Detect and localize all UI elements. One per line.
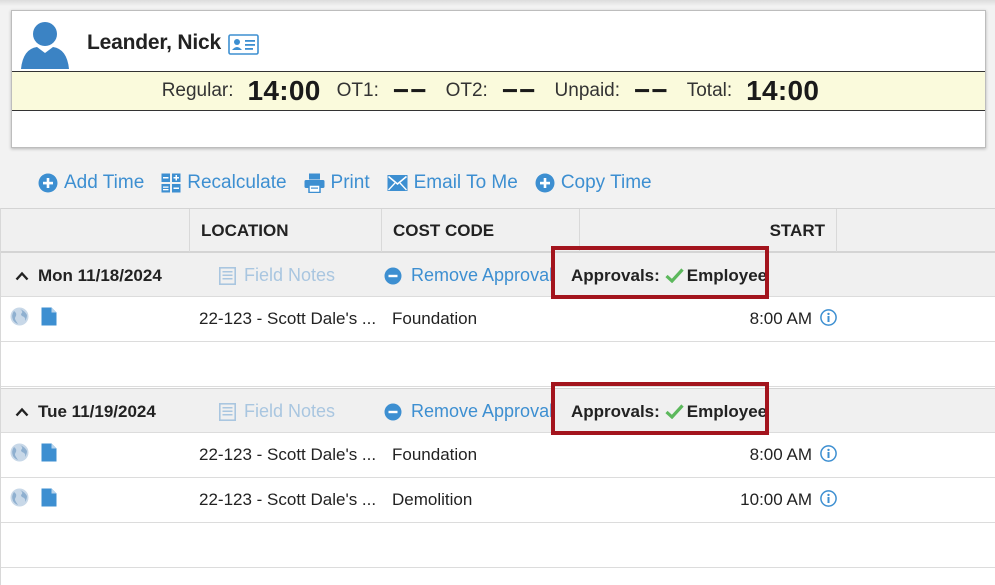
- plus-circle-icon: [535, 173, 555, 193]
- minus-circle-icon: [384, 267, 402, 284]
- document-icon[interactable]: [41, 488, 57, 507]
- entry-location: 22-123 - Scott Dale's ...: [199, 309, 377, 328]
- column-location[interactable]: LOCATION: [189, 209, 381, 252]
- add-time-button[interactable]: Add Time: [38, 172, 144, 194]
- entry-cost-code: Foundation: [392, 309, 478, 328]
- entry-icons: [10, 307, 57, 326]
- total-value: 14:00: [746, 75, 820, 106]
- copy-time-button[interactable]: Copy Time: [535, 172, 652, 194]
- unpaid-value: −−: [634, 75, 669, 106]
- info-icon[interactable]: [820, 309, 837, 326]
- day-group-row: Tue 11/19/2024 Field Notes Remove Approv…: [1, 388, 995, 433]
- field-notes-link: Field Notes: [219, 401, 335, 422]
- column-cost-code[interactable]: COST CODE: [381, 209, 579, 252]
- day-date: Mon 11/18/2024: [38, 266, 162, 285]
- employee-card: Leander, Nick Regular: 14:00 OT1: −− OT2…: [11, 10, 986, 148]
- field-notes-link: Field Notes: [219, 265, 335, 286]
- notes-icon: [219, 266, 236, 285]
- field-notes-label: Field Notes: [244, 265, 336, 285]
- totals-bar: Regular: 14:00 OT1: −− OT2: −− Unpaid: −…: [12, 71, 985, 111]
- regular-value: 14:00: [247, 75, 321, 106]
- globe-icon[interactable]: [10, 443, 29, 462]
- remove-approval-label: Remove Approval: [411, 401, 554, 421]
- plus-circle-icon: [38, 173, 58, 193]
- time-entry-row[interactable]: 22-123 - Scott Dale's ... Demolition 10:…: [1, 478, 995, 523]
- info-icon[interactable]: [820, 490, 837, 507]
- approval-highlight-box: [551, 382, 769, 435]
- remove-approval-button[interactable]: Remove Approval: [384, 265, 553, 286]
- print-label: Print: [330, 172, 370, 193]
- copy-time-label: Copy Time: [560, 172, 652, 193]
- entry-cost-code: Foundation: [392, 445, 478, 464]
- entry-start: 8:00 AM: [749, 445, 812, 464]
- approval-highlight-box: [551, 246, 769, 299]
- ot2-label: OT2:: [445, 80, 488, 101]
- notes-icon: [219, 402, 236, 421]
- chevron-up-icon: [15, 407, 29, 416]
- remove-approval-label: Remove Approval: [411, 265, 554, 285]
- employee-name: Leander, Nick: [87, 31, 221, 54]
- day-toggle[interactable]: Tue 11/19/2024: [15, 389, 156, 434]
- calculator-icon: [161, 173, 181, 193]
- document-icon[interactable]: [41, 443, 57, 462]
- regular-label: Regular:: [161, 80, 234, 101]
- entry-start: 10:00 AM: [740, 490, 812, 509]
- time-entries-grid: LOCATION COST CODE START Mon 11/18/2024 …: [0, 208, 995, 585]
- add-time-label: Add Time: [64, 172, 145, 193]
- entry-start: 8:00 AM: [749, 309, 812, 328]
- chevron-up-icon: [15, 271, 29, 280]
- envelope-icon: [387, 175, 408, 191]
- spacer-row: [1, 342, 995, 387]
- day-date: Tue 11/19/2024: [38, 402, 156, 421]
- ot2-value: −−: [501, 75, 537, 106]
- email-label: Email To Me: [413, 172, 518, 193]
- time-entry-row[interactable]: 22-123 - Scott Dale's ... Foundation 8:0…: [1, 297, 995, 342]
- ot1-label: OT1:: [336, 80, 379, 101]
- unpaid-label: Unpaid:: [554, 80, 621, 101]
- document-icon[interactable]: [41, 307, 57, 326]
- printer-icon: [304, 173, 325, 193]
- entry-location: 22-123 - Scott Dale's ...: [199, 445, 377, 464]
- recalculate-button[interactable]: Recalculate: [161, 172, 287, 194]
- globe-icon[interactable]: [10, 488, 29, 507]
- recalculate-label: Recalculate: [187, 172, 287, 193]
- entry-cost-code: Demolition: [392, 490, 473, 509]
- field-notes-label: Field Notes: [244, 401, 336, 421]
- remove-approval-button[interactable]: Remove Approval: [384, 401, 553, 422]
- user-avatar-icon: [21, 22, 69, 69]
- grid-header: LOCATION COST CODE START: [1, 208, 995, 252]
- top-shadow: [0, 0, 995, 6]
- globe-icon[interactable]: [10, 307, 29, 326]
- time-entry-row[interactable]: 22-123 - Scott Dale's ... Foundation 8:0…: [1, 433, 995, 478]
- day-toggle[interactable]: Mon 11/18/2024: [15, 253, 162, 298]
- toolbar: Add Time Recalculate Print Email To Me C…: [38, 170, 669, 196]
- email-to-me-button[interactable]: Email To Me: [387, 172, 518, 194]
- contact-card-icon[interactable]: [228, 33, 259, 56]
- spacer-row: [1, 523, 995, 568]
- total-label: Total:: [686, 80, 733, 101]
- print-button[interactable]: Print: [304, 172, 370, 194]
- entry-location: 22-123 - Scott Dale's ...: [199, 490, 377, 509]
- info-icon[interactable]: [820, 445, 837, 462]
- entry-icons: [10, 488, 57, 507]
- entry-icons: [10, 443, 57, 462]
- minus-circle-icon: [384, 403, 402, 420]
- day-group-row: Mon 11/18/2024 Field Notes Remove Approv…: [1, 252, 995, 297]
- ot1-value: −−: [392, 75, 428, 106]
